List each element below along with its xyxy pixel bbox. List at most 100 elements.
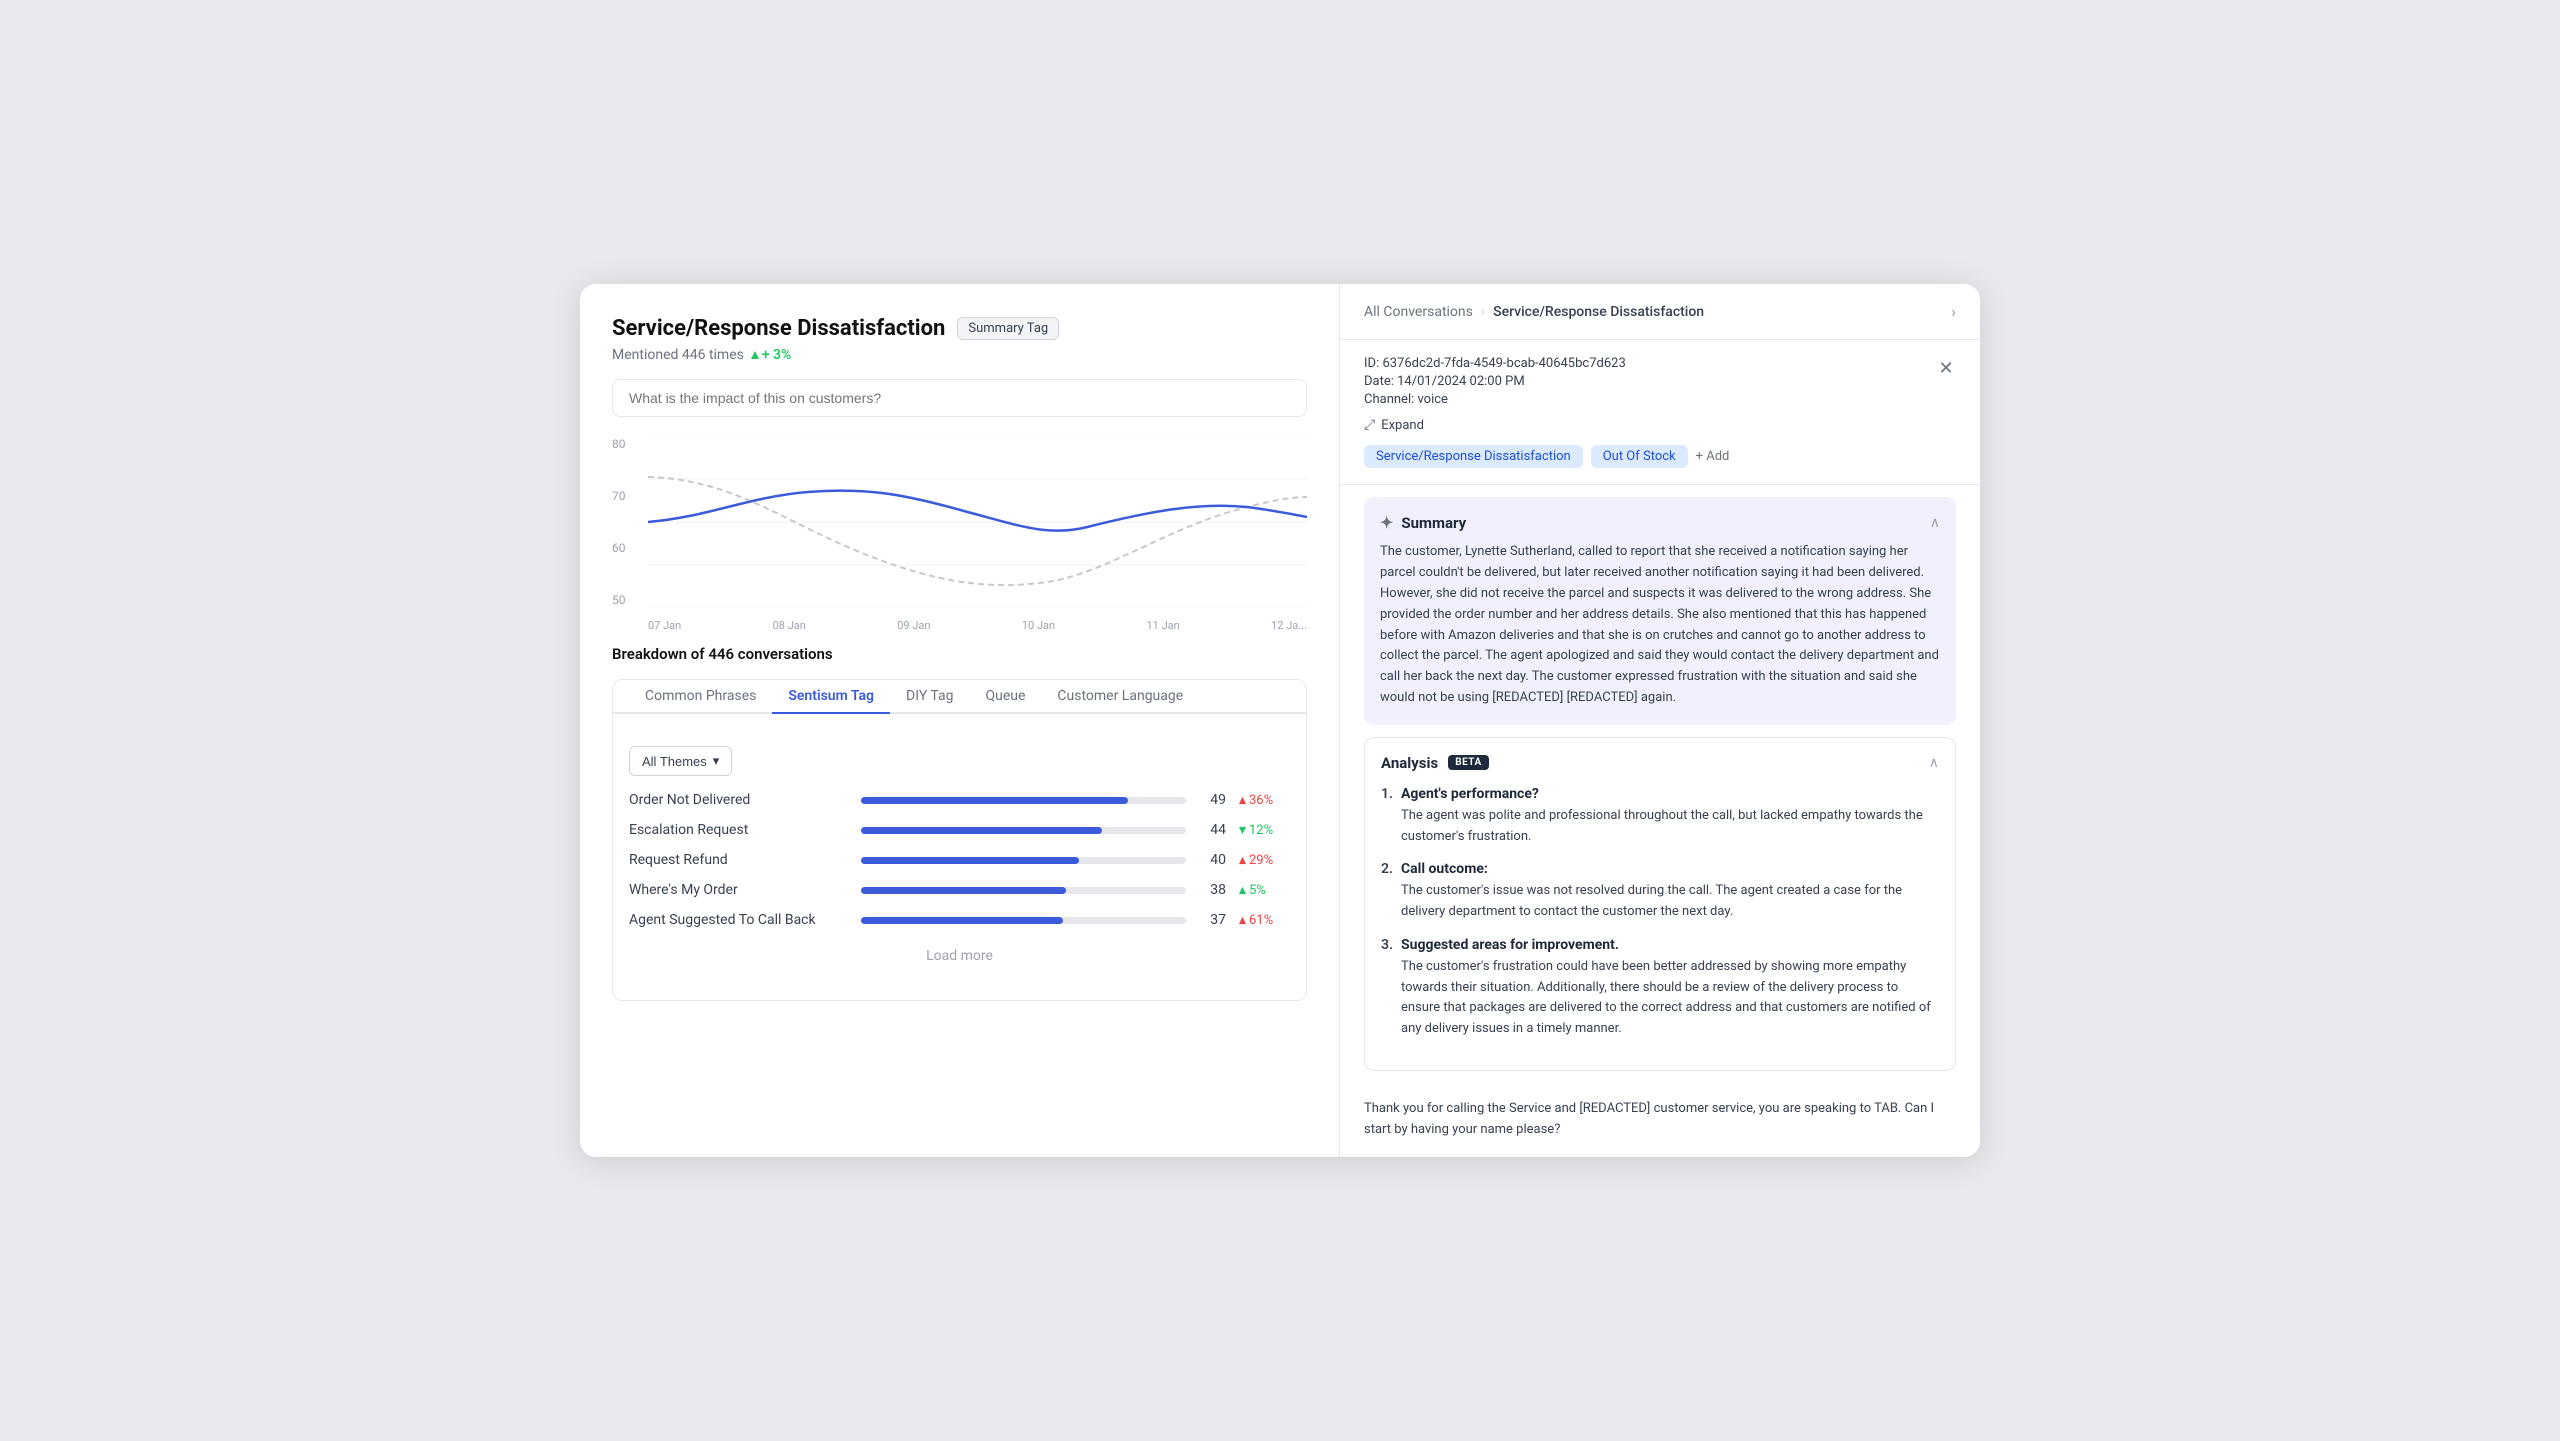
all-themes-filter[interactable]: All Themes ▾ (629, 746, 732, 776)
conversation-id: ID: 6376dc2d-7fda-4549-bcab-40645bc7d623 (1364, 356, 1956, 371)
analysis-answer-1: The agent was polite and professional th… (1401, 806, 1939, 848)
page-title: Service/Response Dissatisfaction (612, 316, 945, 341)
bar-fill (861, 857, 1079, 864)
chevron-down-icon: ▾ (713, 753, 720, 769)
chart-y-labels: 80 70 60 50 (612, 437, 648, 607)
breadcrumb: All Conversations › Service/Response Dis… (1340, 284, 1980, 340)
bar-pct: 61% (1238, 913, 1290, 928)
beta-badge: BETA (1448, 755, 1489, 770)
bar-pct: 29% (1238, 853, 1290, 868)
summary-section: ✦ Summary ∧ The customer, Lynette Suther… (1364, 497, 1956, 724)
tab-sentisum-tag[interactable]: Sentisum Tag (772, 680, 890, 714)
analysis-title: Analysis (1381, 754, 1438, 772)
analysis-question-3: 3. Suggested areas for improvement. (1381, 937, 1939, 953)
bar-pct: 5% (1238, 883, 1290, 898)
left-panel: Service/Response Dissatisfaction Summary… (580, 284, 1340, 1156)
tag-service-response[interactable]: Service/Response Dissatisfaction (1364, 445, 1583, 468)
bar-fill (861, 827, 1102, 834)
tabs-row: Common Phrases Sentisum Tag DIY Tag Queu… (613, 680, 1306, 714)
bar-track (861, 857, 1186, 864)
transcript-section: Thank you for calling the Service and [R… (1340, 1083, 1980, 1157)
add-tag-button[interactable]: + Add (1696, 449, 1730, 464)
arrow-down-icon (1238, 826, 1247, 835)
arrow-up-icon (1238, 886, 1247, 895)
tag-out-of-stock[interactable]: Out Of Stock (1591, 445, 1688, 468)
mention-count: Mentioned 446 times + 3% (612, 347, 1307, 363)
analysis-item-3: 3. Suggested areas for improvement. The … (1381, 937, 1939, 1040)
filter-row: All Themes ▾ (629, 746, 1290, 776)
data-rows: Order Not Delivered 49 36% Escalation Re… (629, 792, 1290, 928)
arrow-up-icon (1238, 916, 1247, 925)
row-label: Agent Suggested To Call Back (629, 912, 849, 928)
analysis-question-2: 2. Call outcome: (1381, 861, 1939, 877)
search-input[interactable] (612, 379, 1307, 417)
table-row: Escalation Request 44 12% (629, 822, 1290, 838)
analysis-question-1: 1. Agent's performance? (1381, 786, 1939, 802)
tab-diy-tag[interactable]: DIY Tag (890, 680, 969, 714)
bar-track (861, 797, 1186, 804)
arrow-up-icon (1238, 856, 1247, 865)
bar-fill (861, 797, 1128, 804)
row-label: Request Refund (629, 852, 849, 868)
bar-value: 49 (1198, 792, 1226, 808)
expand-icon: ⤢ (1364, 417, 1375, 433)
analysis-header: Analysis BETA ∧ (1381, 754, 1939, 772)
analysis-items: 1. Agent's performance? The agent was po… (1381, 786, 1939, 1040)
table-row: Request Refund 40 29% (629, 852, 1290, 868)
conversation-channel: Channel: voice (1364, 392, 1956, 407)
right-panel: All Conversations › Service/Response Dis… (1340, 284, 1980, 1156)
bar-value: 38 (1198, 882, 1226, 898)
bar-track (861, 887, 1186, 894)
filter-label: All Themes (642, 754, 707, 769)
row-label: Order Not Delivered (629, 792, 849, 808)
tags-row: Service/Response Dissatisfaction Out Of … (1364, 445, 1956, 468)
row-label: Escalation Request (629, 822, 849, 838)
summary-text: The customer, Lynette Sutherland, called… (1380, 542, 1940, 708)
breakdown-title: Breakdown of 446 conversations (612, 645, 1307, 663)
breadcrumb-separator: › (1481, 304, 1485, 320)
arrow-up-icon (1238, 796, 1247, 805)
bar-fill (861, 917, 1063, 924)
tab-common-phrases[interactable]: Common Phrases (629, 680, 772, 714)
bar-pct: 12% (1238, 823, 1290, 838)
summary-title: ✦ Summary (1380, 513, 1466, 532)
breadcrumb-current: Service/Response Dissatisfaction (1493, 304, 1704, 320)
bar-value: 40 (1198, 852, 1226, 868)
conversation-detail: ✕ ID: 6376dc2d-7fda-4549-bcab-40645bc7d6… (1340, 340, 1980, 485)
chevron-right-icon[interactable]: › (1951, 302, 1956, 321)
summary-header: ✦ Summary ∧ (1380, 513, 1940, 532)
transcript-text: Thank you for calling the Service and [R… (1364, 1099, 1956, 1141)
bar-fill (861, 887, 1066, 894)
chart: 80 70 60 50 (612, 437, 1307, 637)
load-more-button[interactable]: Load more (629, 928, 1290, 984)
sparkle-icon: ✦ (1380, 513, 1393, 532)
bar-track (861, 827, 1186, 834)
analysis-section: Analysis BETA ∧ 1. Agent's performance? … (1340, 725, 1980, 1083)
collapse-analysis-icon[interactable]: ∧ (1929, 755, 1939, 771)
mention-pct: + 3% (750, 347, 792, 363)
table-row: Where's My Order 38 5% (629, 882, 1290, 898)
bar-value: 44 (1198, 822, 1226, 838)
table-row: Order Not Delivered 49 36% (629, 792, 1290, 808)
bar-track (861, 917, 1186, 924)
tab-customer-language[interactable]: Customer Language (1041, 680, 1199, 714)
analysis-item-2: 2. Call outcome: The customer's issue wa… (1381, 861, 1939, 923)
conversation-date: Date: 14/01/2024 02:00 PM (1364, 374, 1956, 389)
analysis-item-1: 1. Agent's performance? The agent was po… (1381, 786, 1939, 848)
row-label: Where's My Order (629, 882, 849, 898)
summary-tag-badge: Summary Tag (957, 317, 1059, 340)
bar-pct: 36% (1238, 793, 1290, 808)
tab-queue[interactable]: Queue (969, 680, 1041, 714)
bar-value: 37 (1198, 912, 1226, 928)
table-row: Agent Suggested To Call Back 37 61% (629, 912, 1290, 928)
panel-header: Service/Response Dissatisfaction Summary… (612, 316, 1307, 341)
analysis-answer-3: The customer's frustration could have be… (1401, 957, 1939, 1040)
analysis-answer-2: The customer's issue was not resolved du… (1401, 881, 1939, 923)
arrow-up-icon (750, 350, 760, 360)
expand-button[interactable]: ⤢ Expand (1364, 417, 1956, 433)
close-button[interactable]: ✕ (1932, 354, 1960, 382)
chart-svg-area (648, 437, 1307, 607)
breadcrumb-all-conversations[interactable]: All Conversations (1364, 304, 1473, 320)
chart-x-labels: 07 Jan 08 Jan 09 Jan 10 Jan 11 Jan 12 Ja… (648, 613, 1307, 637)
collapse-summary-icon[interactable]: ∧ (1930, 515, 1940, 531)
